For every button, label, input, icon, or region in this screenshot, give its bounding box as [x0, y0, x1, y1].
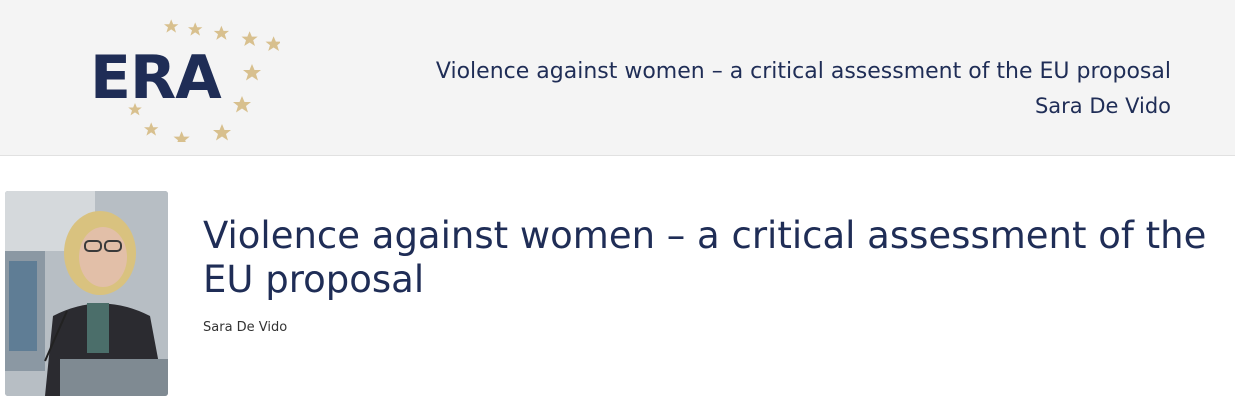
header-title: Violence against women – a critical asse…	[435, 59, 1171, 84]
main-author: Sara De Vido	[203, 320, 288, 335]
speaker-photo-icon	[5, 191, 168, 396]
logo-text: ERA	[90, 43, 222, 113]
page-header: ERA Violence against women – a critical …	[0, 0, 1235, 156]
header-author: Sara De Vido	[1034, 94, 1171, 118]
era-logo[interactable]: ERA	[80, 12, 280, 142]
main-title[interactable]: Violence against women – a critical asse…	[203, 214, 1233, 302]
speaker-thumbnail[interactable]	[5, 191, 168, 396]
